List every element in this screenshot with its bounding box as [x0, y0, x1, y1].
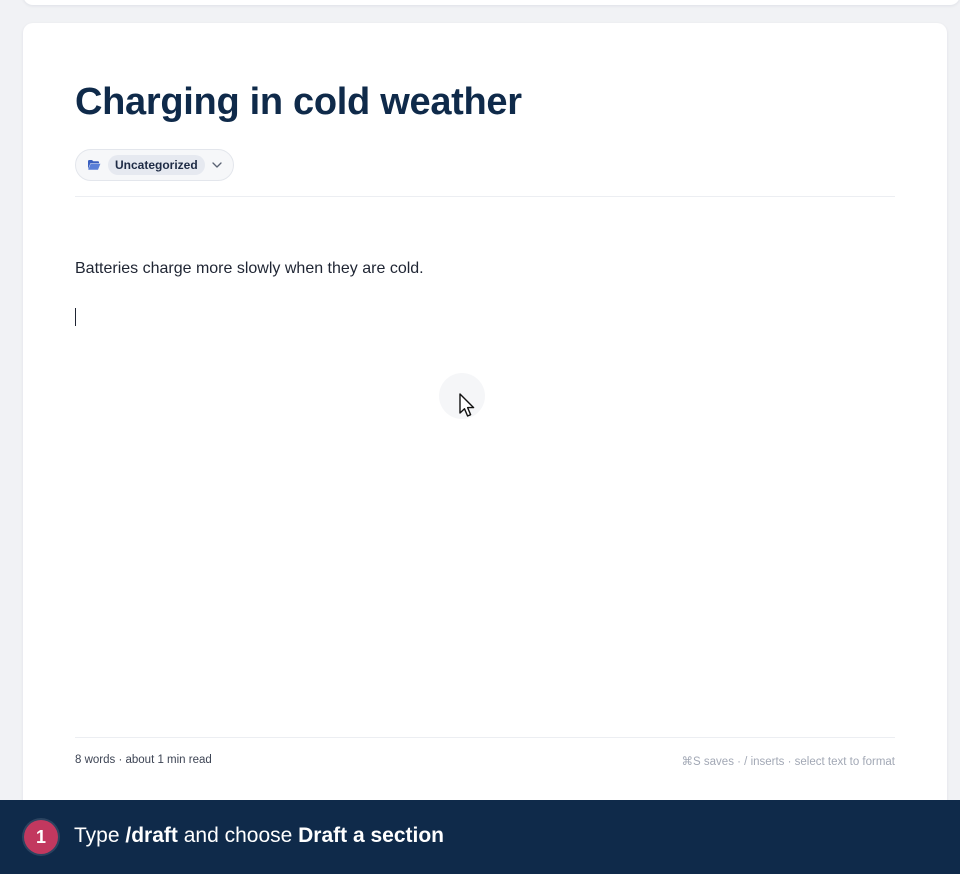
title-divider: [75, 196, 895, 197]
folder-open-icon: [86, 157, 102, 173]
step-number-badge: 1: [24, 820, 58, 854]
category-dropdown[interactable]: Uncategorized: [75, 149, 234, 181]
text-caret: [75, 308, 76, 326]
tutorial-banner: 1 Type /draft and choose Draft a section: [0, 800, 960, 874]
instruction-middle: and choose: [177, 824, 299, 847]
footer-divider: [75, 737, 895, 738]
mouse-pointer-icon: [458, 393, 478, 419]
instruction-target: Draft a section: [298, 824, 445, 847]
tutorial-instruction: Type /draft and choose Draft a section: [74, 824, 444, 848]
word-count: 8 words · about 1 min read: [75, 754, 212, 766]
previous-card-edge: [23, 0, 960, 5]
chevron-down-icon: [211, 159, 223, 171]
shortcut-hints: ⌘S saves · / inserts · select text to fo…: [681, 756, 895, 768]
category-label: Uncategorized: [108, 155, 205, 175]
body-paragraph[interactable]: Batteries charge more slowly when they a…: [75, 260, 424, 278]
instruction-command: /draft: [125, 824, 178, 847]
document-title[interactable]: Charging in cold weather: [75, 81, 522, 124]
instruction-prefix: Type: [74, 824, 126, 847]
editor-card: Charging in cold weather Uncategorized B…: [23, 23, 947, 823]
